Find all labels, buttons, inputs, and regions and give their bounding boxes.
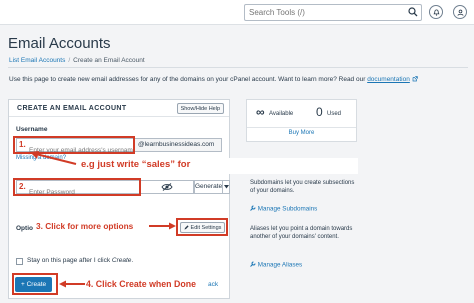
username-label: Username [16,126,48,133]
aliases-help-text: Aliases let you point a domain towards a… [250,226,353,240]
highlight-create [12,273,58,295]
email-stats-card: ∞ Available 0 Used Buy More [246,99,357,142]
highlight-password [13,178,141,196]
search-input[interactable] [245,5,405,20]
eye-slash-icon[interactable] [161,183,173,191]
divider [8,67,468,68]
stay-label-tail: . [131,257,134,264]
stay-on-page-label: Stay on this page after I click Create. [27,257,133,264]
arrow-to-create [59,280,85,288]
generate-dropdown-toggle[interactable] [222,180,230,194]
arrow-to-edit-settings [149,222,176,230]
available-label: Available [269,111,294,117]
buy-more-link[interactable]: Buy More [247,130,356,136]
step-4-callout: 4. Click Create when Done [86,279,196,289]
breadcrumb-separator: / [68,57,71,64]
stay-on-page-checkbox[interactable] [16,258,23,265]
manage-subdomains-label: Manage Subdomains [257,205,318,213]
caret-down-icon [223,185,229,189]
domain-addon: @learnbusinessideas.com [134,138,222,152]
optional-settings-label: Optio [16,225,33,232]
intro-sentence: Use this page to create new email addres… [9,76,366,83]
step-2-number: 2. [19,182,26,191]
magnifier-icon[interactable] [408,7,418,17]
intro-text: Use this page to create new email addres… [9,76,418,83]
password-visibility-toggle[interactable] [140,180,194,194]
generate-button[interactable]: Generate [194,180,222,194]
wrench-icon [250,205,256,211]
wrench-icon [250,261,256,267]
note-callout: e.g just write “sales” for [81,159,191,170]
search-box[interactable] [244,4,422,21]
stay-label-text: Stay on this page after I click [27,257,112,264]
documentation-link[interactable]: documentation [367,76,410,83]
breadcrumb-link-list-email-accounts[interactable]: List Email Accounts [9,57,65,64]
breadcrumb-current: Create an Email Account [73,57,145,64]
manage-aliases-link[interactable]: Manage Aliases [250,261,302,269]
panel-title: CREATE AN EMAIL ACCOUNT [17,105,127,112]
top-bar [0,0,474,25]
stay-label-create: Create [111,257,132,264]
bell-icon[interactable] [429,5,443,19]
available-infinity: ∞ [256,105,265,119]
manage-aliases-label: Manage Aliases [257,261,303,269]
used-label: Used [327,111,342,117]
external-link-icon [412,76,418,82]
go-back-link[interactable]: ack [208,281,218,288]
used-count: 0 [316,105,323,119]
panel-header: CREATE AN EMAIL ACCOUNT Show/Hide Help [9,100,229,117]
breadcrumb: List Email Accounts / Create an Email Acco… [9,57,145,64]
step-3-callout: 3. Click for more options [36,221,134,231]
arrow-to-username [30,151,77,165]
user-icon[interactable] [453,5,467,19]
manage-subdomains-link[interactable]: Manage Subdomains [250,205,317,213]
highlight-edit-settings [176,218,228,236]
page-title: Email Accounts [8,35,111,52]
show-hide-help-button[interactable]: Show/Hide Help [176,103,224,114]
step-1-number: 1. [19,140,26,149]
stats-divider [247,127,356,128]
subdomains-help-text: Subdomains let you create subsections of… [250,180,355,194]
